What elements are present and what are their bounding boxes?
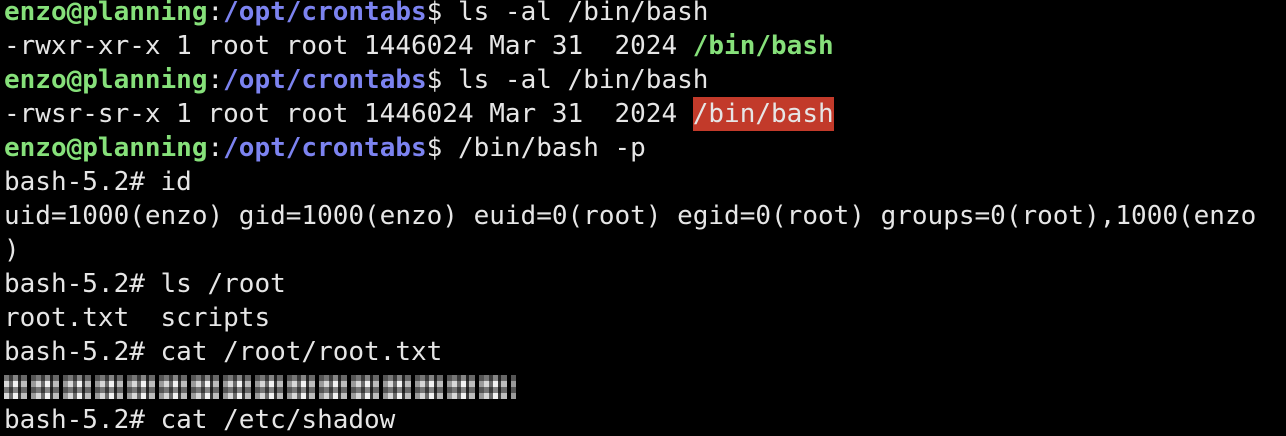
terminal-line-output: ) [4, 233, 1286, 267]
terminal-line-prompt: enzo@planning:/opt/crontabs $ /bin/bash -… [4, 131, 1286, 165]
root-shell-text: bash-5.2# ls /root [4, 269, 286, 299]
prompt-symbol: $ [426, 0, 458, 27]
terminal-line-root-command: bash-5.2# ls /root [4, 267, 1286, 301]
command-text: ls -al /bin/bash [457, 0, 709, 27]
command-text: ls -al /bin/bash [457, 65, 709, 95]
terminal-window[interactable]: enzo@planning:/opt/crontabs $ ls -al /bin… [0, 0, 1286, 436]
prompt-separator: : [207, 65, 224, 95]
prompt-user: enzo@planning [4, 133, 208, 163]
setuid-file-name: /bin/bash [692, 97, 834, 131]
prompt-user: enzo@planning [4, 65, 208, 95]
file-permissions-output: -rwxr-xr-x 1 root root 1446024 Mar 31 20… [4, 31, 693, 61]
terminal-line-output: -rwxr-xr-x 1 root root 1446024 Mar 31 20… [4, 29, 1286, 63]
terminal-line-output: root.txt scripts [4, 301, 1286, 335]
file-permissions-output: -rwsr-sr-x 1 root root 1446024 Mar 31 20… [4, 99, 693, 129]
prompt-separator: : [207, 0, 224, 27]
prompt-separator: : [207, 133, 224, 163]
id-output: uid=1000(enzo) gid=1000(enzo) euid=0(roo… [4, 201, 1257, 231]
prompt-symbol: $ [426, 133, 458, 163]
terminal-line-root-command: bash-5.2# cat /root/root.txt [4, 335, 1286, 369]
terminal-line-prompt: enzo@planning:/opt/crontabs $ ls -al /bin… [4, 63, 1286, 97]
terminal-line-root-command: bash-5.2# id [4, 165, 1286, 199]
terminal-line-output: -rwsr-sr-x 1 root root 1446024 Mar 31 20… [4, 97, 1286, 131]
terminal-line-prompt: enzo@planning:/opt/crontabs $ ls -al /bin… [4, 0, 1286, 29]
prompt-path: /opt/crontabs [223, 0, 427, 27]
redacted-flag [4, 375, 516, 399]
command-text: /bin/bash -p [457, 133, 646, 163]
prompt-user: enzo@planning [4, 0, 208, 27]
id-output-wrap: ) [4, 235, 20, 265]
prompt-symbol: $ [426, 65, 458, 95]
root-shell-text: bash-5.2# cat /etc/shadow [4, 405, 396, 435]
file-name: /bin/bash [692, 31, 834, 61]
root-shell-text: bash-5.2# cat /root/root.txt [4, 337, 443, 367]
terminal-line-output: uid=1000(enzo) gid=1000(enzo) euid=0(roo… [4, 199, 1286, 233]
terminal-line-root-command: bash-5.2# cat /etc/shadow [4, 403, 1286, 436]
terminal-line-redacted [4, 369, 1286, 403]
root-shell-text: bash-5.2# id [4, 167, 192, 197]
prompt-path: /opt/crontabs [223, 65, 427, 95]
ls-output: root.txt scripts [4, 303, 271, 333]
prompt-path: /opt/crontabs [223, 133, 427, 163]
